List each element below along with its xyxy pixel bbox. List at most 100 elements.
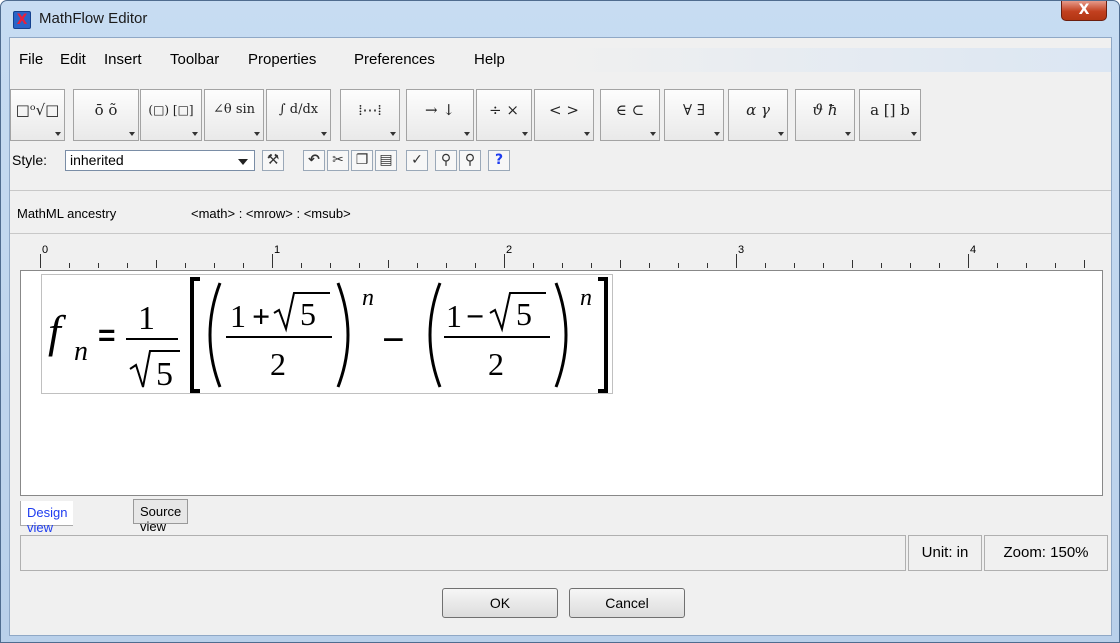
left-paren	[208, 282, 222, 388]
zoom-out-icon[interactable]: ⚲	[459, 150, 481, 171]
ruler-label-0: 0	[42, 244, 49, 256]
matrix-palette-button[interactable]: ⁞⋯⁞	[340, 89, 400, 141]
ancestry-path: <math> : <mrow> : <msub>	[191, 206, 351, 221]
script-radical-palette-icon: □ᵒ√□	[15, 101, 60, 119]
greek-palette-button[interactable]: α γ	[728, 89, 788, 141]
window-title: MathFlow Editor	[39, 10, 148, 27]
ruler-tick	[69, 263, 70, 268]
eq-equals: =	[98, 319, 116, 352]
undo-icon[interactable]: ↶	[303, 150, 325, 171]
paste-icon[interactable]: ▤	[375, 150, 397, 171]
symbol-palette-icon: ϑ ħ	[812, 101, 838, 119]
ruler-tick	[185, 263, 186, 268]
space-palette-icon: a [] b	[870, 101, 910, 119]
logic-palette-button[interactable]: ∀ ∃	[664, 89, 724, 141]
ok-button[interactable]: OK	[442, 588, 558, 618]
cancel-button[interactable]: Cancel	[569, 588, 685, 618]
title-bar[interactable]: MathFlow Editor X	[1, 1, 1119, 37]
wrench-icon[interactable]: ⚒	[262, 150, 284, 171]
tab-design-view[interactable]: Design view	[20, 501, 74, 535]
calculus-palette-icon: ∫ d/dx	[278, 102, 319, 117]
style-label: Style:	[12, 152, 48, 168]
menu-edit[interactable]: Edit	[60, 51, 86, 68]
space-palette-button[interactable]: a [] b	[859, 89, 921, 141]
ruler-tick	[156, 260, 157, 268]
ruler-tick	[533, 263, 534, 268]
menu-properties[interactable]: Properties	[248, 51, 316, 68]
status-message	[20, 535, 906, 571]
ruler-tick	[620, 260, 621, 268]
status-bar: Unit: in Zoom: 150%	[20, 535, 1110, 571]
relation-palette-button[interactable]: < >	[534, 89, 594, 141]
close-button[interactable]: X	[1061, 1, 1107, 21]
help-icon[interactable]: ?	[488, 150, 510, 171]
function-palette-button[interactable]: ∠θ sin	[204, 89, 264, 141]
relation-palette-icon: < >	[549, 101, 579, 119]
eq-a-five: 5	[300, 296, 316, 332]
mathflow-window: MathFlow Editor X File Edit Insert Toolb…	[0, 0, 1120, 643]
chevron-down-icon	[238, 159, 248, 165]
set-palette-icon: ∈ ⊂	[615, 101, 645, 119]
arrow-palette-icon: → ↓	[425, 101, 455, 119]
equation[interactable]: f n = 1 5 1 + 5 2 n − 1 − 5 2 n	[41, 274, 613, 394]
function-palette-icon: ∠θ sin	[212, 102, 256, 117]
cut-icon[interactable]: ✂	[327, 150, 349, 171]
matrix-palette-icon: ⁞⋯⁞	[358, 101, 382, 119]
fence-palette-button[interactable]: (□) [□]	[140, 89, 202, 141]
ruler-tick	[1055, 263, 1056, 268]
operator-palette-button[interactable]: ÷ ×	[476, 89, 532, 141]
ruler-tick	[272, 254, 273, 268]
ruler-tick	[939, 263, 940, 268]
equation-editor[interactable]: f n = 1 5 1 + 5 2 n − 1 − 5 2 n	[20, 270, 1103, 496]
ruler-tick	[98, 263, 99, 268]
menu-toolbar[interactable]: Toolbar	[170, 51, 219, 68]
right-paren	[336, 282, 350, 388]
check-icon[interactable]: ✓	[406, 150, 428, 171]
ruler-tick	[446, 263, 447, 268]
eq-frac1-num: 1	[138, 300, 155, 337]
client-area: File Edit Insert Toolbar Properties Pref…	[9, 37, 1112, 636]
eq-a-plus: +	[252, 298, 270, 334]
copy-icon[interactable]: ❐	[351, 150, 373, 171]
menu-help[interactable]: Help	[474, 51, 505, 68]
mathml-ancestry-bar: MathML ancestry <math> : <mrow> : <msub>	[10, 190, 1111, 234]
ruler-tick	[765, 263, 766, 268]
eq-a-one: 1	[230, 298, 246, 334]
style-select[interactable]: inherited	[65, 150, 255, 171]
script-radical-palette-button[interactable]: □ᵒ√□	[10, 89, 65, 141]
ruler-tick	[707, 263, 708, 268]
eq-b-one: 1	[446, 298, 462, 334]
ruler-tick	[1026, 263, 1027, 268]
arrow-palette-button[interactable]: → ↓	[406, 89, 474, 141]
operator-palette-icon: ÷ ×	[489, 101, 519, 119]
ruler-tick	[910, 263, 911, 268]
ruler-tick	[591, 263, 592, 268]
left-bracket	[190, 277, 200, 393]
menu-preferences[interactable]: Preferences	[354, 51, 435, 68]
ruler-tick	[852, 260, 853, 268]
ruler-tick	[649, 263, 650, 268]
ruler: 0 1 2 3 4	[20, 244, 1100, 268]
symbol-palette-button[interactable]: ϑ ħ	[795, 89, 855, 141]
ruler-label-3: 3	[738, 244, 745, 256]
ruler-label-2: 2	[506, 244, 513, 256]
ancestry-label: MathML ancestry	[17, 206, 117, 221]
status-unit: Unit: in	[908, 535, 982, 571]
menu-file[interactable]: File	[19, 51, 43, 68]
ruler-tick	[968, 254, 969, 268]
eq-frac1-den: 5	[156, 356, 173, 393]
tab-source-view[interactable]: Source view	[133, 499, 189, 534]
ruler-tick	[388, 260, 389, 268]
accent-palette-button[interactable]: ō õ	[73, 89, 139, 141]
left-paren	[428, 282, 442, 388]
right-bracket	[598, 277, 608, 393]
set-palette-button[interactable]: ∈ ⊂	[600, 89, 660, 141]
menu-insert[interactable]: Insert	[104, 51, 142, 68]
ruler-tick	[794, 263, 795, 268]
zoom-in-icon[interactable]: ⚲	[435, 150, 457, 171]
ruler-tick	[301, 263, 302, 268]
style-select-value: inherited	[70, 152, 124, 168]
ruler-tick	[1084, 260, 1085, 268]
menu-bar: File Edit Insert Toolbar Properties Pref…	[10, 48, 1111, 72]
calculus-palette-button[interactable]: ∫ d/dx	[266, 89, 331, 141]
